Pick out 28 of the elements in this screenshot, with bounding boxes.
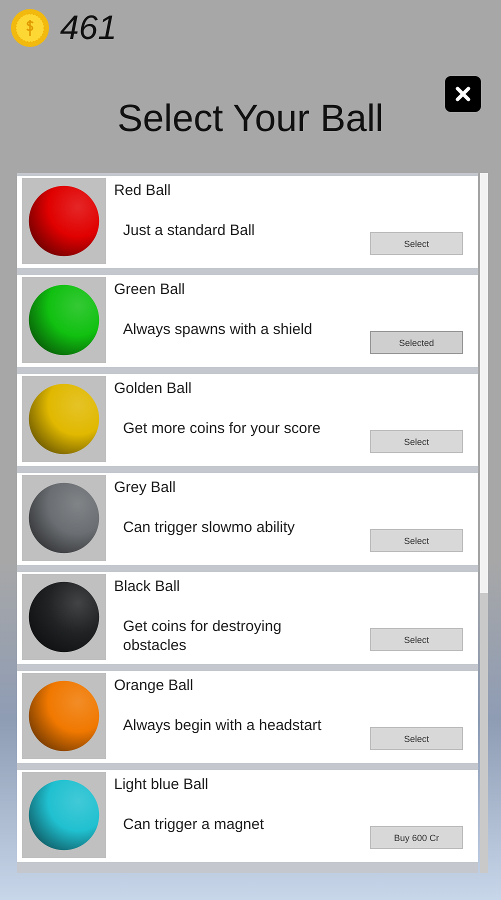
- select-button[interactable]: Select: [370, 727, 463, 750]
- select-button[interactable]: Selected: [370, 331, 463, 354]
- ball-description: Can trigger slowmo ability: [123, 518, 296, 537]
- ball-name: Black Ball: [114, 578, 181, 595]
- screen-title: Select Your Ball: [117, 98, 384, 141]
- select-button[interactable]: Buy 600 Cr: [370, 826, 463, 849]
- coin-icon: [10, 8, 50, 48]
- ball-description: Always spawns with a shield: [123, 320, 314, 339]
- ball-name: Golden Ball: [114, 380, 193, 397]
- select-button[interactable]: Select: [370, 430, 463, 453]
- scrollbar-thumb[interactable]: [480, 173, 488, 593]
- close-button[interactable]: [445, 76, 481, 112]
- select-button[interactable]: Select: [370, 232, 463, 255]
- coin-count: 461: [60, 8, 117, 48]
- ball-name: Grey Ball: [114, 479, 177, 496]
- ball-name: Light blue Ball: [114, 776, 210, 793]
- close-icon: [454, 85, 472, 103]
- ball-description: Can trigger a magnet: [123, 815, 265, 834]
- ball-description: Get coins for destroying obstacles: [123, 617, 282, 655]
- ball-name: Green Ball: [114, 281, 186, 298]
- ball-description: Just a standard Ball: [123, 221, 256, 240]
- ball-description: Always begin with a headstart: [123, 716, 322, 735]
- ball-name: Red Ball: [114, 182, 172, 199]
- select-button[interactable]: Select: [370, 628, 463, 651]
- select-button[interactable]: Select: [370, 529, 463, 552]
- scrollbar[interactable]: [480, 173, 488, 873]
- ball-name: Orange Ball: [114, 677, 194, 694]
- ball-description: Get more coins for your score: [123, 419, 322, 438]
